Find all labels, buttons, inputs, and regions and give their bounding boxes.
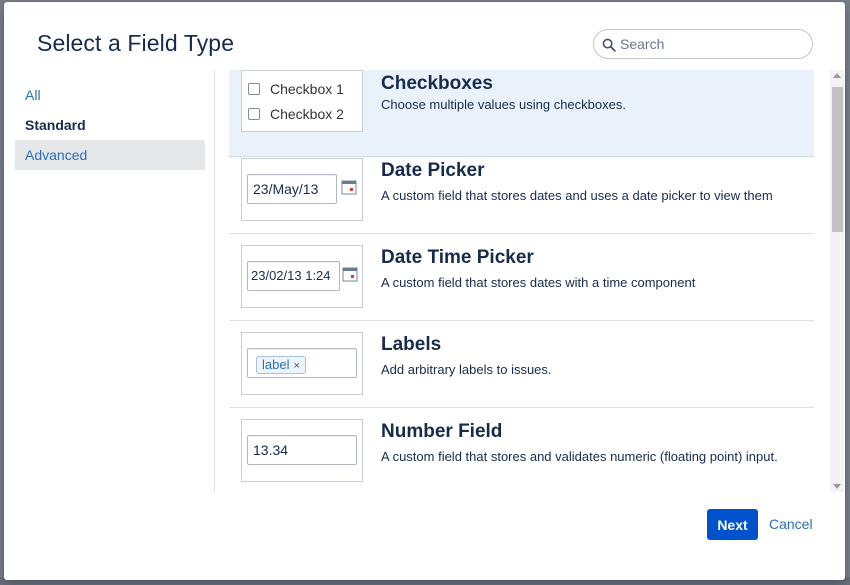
sidebar-item-standard[interactable]: Standard [15,110,205,140]
field-type-labels[interactable]: label × Labels Add arbitrary labels to is… [229,321,814,408]
field-description: A custom field that stores dates with a … [381,275,696,290]
field-name: Date Time Picker [381,247,534,268]
category-sidebar: All Standard Advanced [15,80,205,170]
field-name: Date Picker [381,160,485,181]
scroll-down-arrow-icon[interactable] [833,484,841,489]
field-type-date-time-picker[interactable]: 23/02/13 1:24 Date Time Picker A custom … [229,234,814,321]
checkbox-label: Checkbox 2 [270,106,344,122]
search-input[interactable] [618,34,803,54]
list-scrollbar[interactable] [830,70,844,492]
calendar-icon [342,267,358,282]
field-name: Checkboxes [381,73,493,94]
search-box[interactable] [593,29,813,59]
field-description: Add arbitrary labels to issues. [381,362,552,377]
select-field-type-dialog: Select a Field Type All Standard Advance… [4,2,845,580]
labels-preview: label × [241,332,363,395]
checkbox-square [248,83,260,95]
field-type-number-field[interactable]: 13.34 Number Field A custom field that s… [229,408,814,492]
field-description: A custom field that stores and validates… [381,449,778,464]
field-name: Number Field [381,421,503,442]
next-button[interactable]: Next [707,509,758,540]
checkbox-square [248,108,260,120]
number-field-preview: 13.34 [241,419,363,482]
sidebar-item-advanced[interactable]: Advanced [15,140,205,170]
label-chip: label × [256,356,306,374]
field-description: Choose multiple values using checkboxes. [381,97,626,112]
date-time-picker-preview: 23/02/13 1:24 [241,245,363,308]
search-icon [602,38,616,52]
preview-number-input: 13.34 [247,435,357,465]
preview-labels-input: label × [247,348,357,378]
sidebar-divider [214,70,215,492]
preview-datetime-input: 23/02/13 1:24 [247,261,340,291]
field-type-date-picker[interactable]: 23/May/13 Date Picker A custom field tha… [229,147,814,234]
preview-date-input: 23/May/13 [247,174,337,204]
scroll-thumb[interactable] [832,87,843,232]
dialog-title: Select a Field Type [37,30,235,56]
preview-checkbox-1: Checkbox 1 [248,80,344,98]
calendar-icon [341,180,357,195]
sidebar-item-all[interactable]: All [15,80,205,110]
close-icon: × [293,360,300,372]
scroll-up-arrow-icon[interactable] [833,73,841,78]
field-name: Labels [381,334,442,355]
field-description: A custom field that stores dates and use… [381,188,773,203]
preview-checkbox-2: Checkbox 2 [248,105,344,123]
label-chip-text: label [262,357,290,372]
field-type-checkboxes[interactable]: Checkbox 1 Checkbox 2 Checkboxes Choose … [229,70,814,157]
field-type-list: Checkbox 1 Checkbox 2 Checkboxes Choose … [216,70,830,492]
date-picker-preview: 23/May/13 [241,158,363,221]
cancel-link[interactable]: Cancel [769,516,813,532]
checkbox-label: Checkbox 1 [270,81,344,97]
checkboxes-preview: Checkbox 1 Checkbox 2 [241,70,363,132]
